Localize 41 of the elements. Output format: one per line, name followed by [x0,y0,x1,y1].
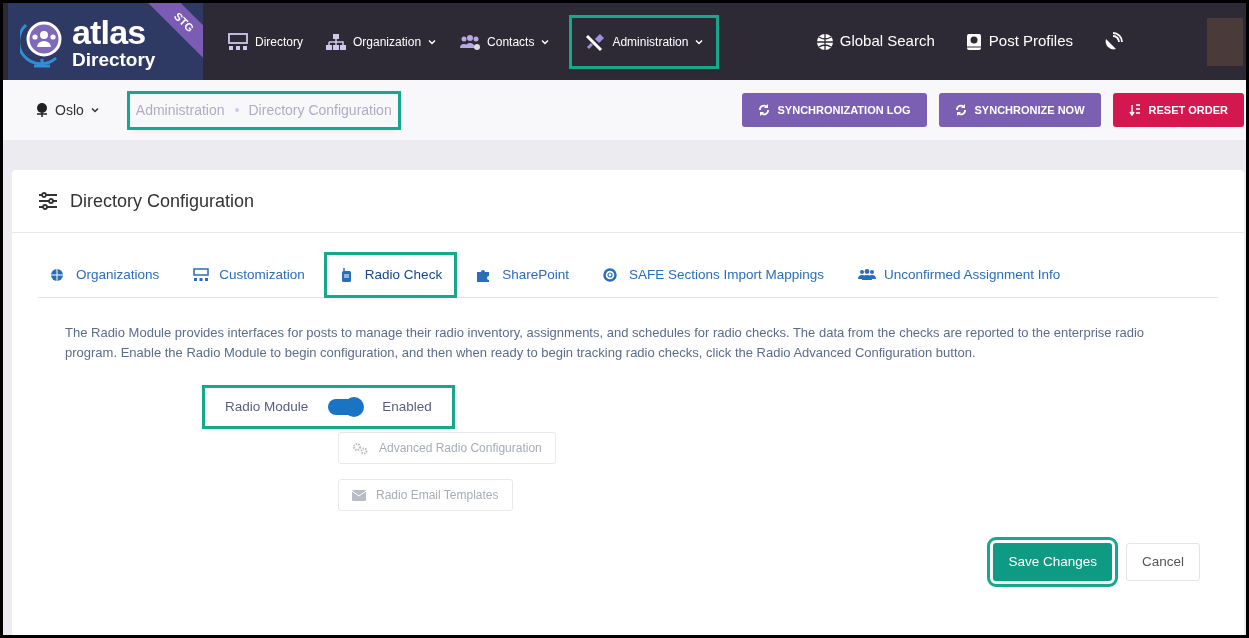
card-title: Directory Configuration [70,189,255,213]
action-button[interactable]: SYNCHRONIZATION LOG [741,93,927,127]
toggle-switch[interactable] [328,399,363,416]
tab[interactable]: Unconfirmed Assignment Info [846,254,1073,296]
refresh-icon [757,104,770,116]
tab[interactable]: SharePoint [464,254,581,296]
tab[interactable]: Radio Check [326,254,455,296]
location-dropdown[interactable]: Oslo [35,99,100,121]
globe-icon [815,32,834,51]
nav-link[interactable]: Contacts [459,17,551,66]
nav-link[interactable]: Directory [227,17,303,66]
toggle-label: Radio Module [225,398,309,416]
refresh-icon [954,104,967,116]
sort-icon [1128,104,1141,116]
nav-link[interactable]: Global Search [815,30,935,53]
toggle-state-text: Enabled [382,398,432,416]
breadcrumb-separator [234,108,239,112]
book-icon [964,32,983,51]
brand-name: atlas [72,14,147,49]
tab[interactable]: Customization [181,254,317,296]
action-button[interactable]: RESET ORDER [1112,93,1244,127]
nav-link[interactable]: Post Profiles [964,30,1073,53]
people-icon [459,32,482,51]
nav-link[interactable]: Organization [325,17,438,66]
people-icon [858,268,877,282]
hierarchy-icon [325,32,347,51]
org-chart-icon [227,32,249,51]
tab[interactable]: Organizations [38,254,172,296]
tab[interactable]: SAFE Sections Import Mappings [590,254,837,296]
globe-stand-icon [35,102,49,118]
brand-subtitle: Directory [72,49,156,69]
description-text: The Radio Module provides interfaces for posts to manage their radio inventory, assignments, and schedules for radio checks. The data from the checks are reported to the enterprise radio program. Enable the Radio Module to begin configuration, and then when ready to begin tracking radio checks, click the Radio Advanced Configuration button. [65,324,1146,362]
sliders-icon [38,192,58,210]
org-chart-icon [193,268,212,282]
satellite-dish-icon[interactable] [1103,31,1123,52]
action-button[interactable]: SYNCHRONIZE NOW [938,93,1101,127]
cancel-button[interactable]: Cancel [1125,543,1200,582]
nav-link[interactable]: Administration [572,17,717,66]
tools-icon [584,32,607,51]
envelope-icon [352,489,366,501]
chevron-down-icon [89,105,100,115]
